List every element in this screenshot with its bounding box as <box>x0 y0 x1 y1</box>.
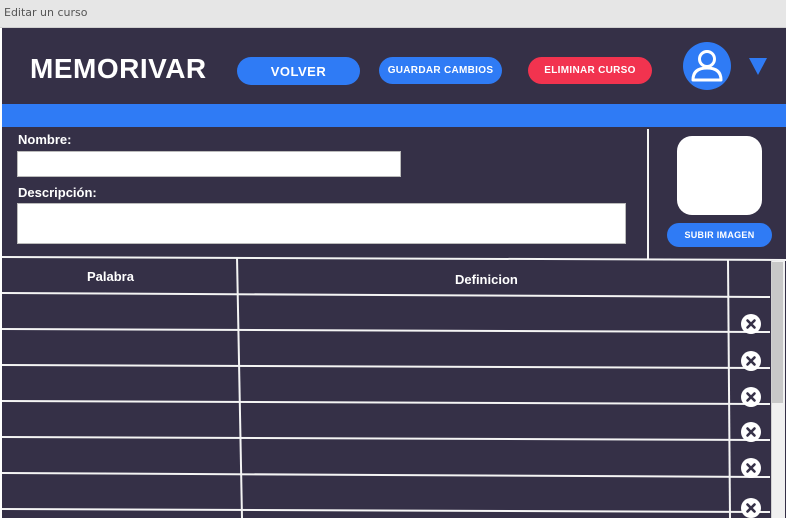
course-image-preview <box>677 136 762 215</box>
form-image-divider <box>647 129 649 260</box>
table-grid-lines <box>2 256 786 518</box>
window-title: Editar un curso <box>4 6 88 19</box>
name-label: Nombre: <box>18 132 72 147</box>
description-input[interactable] <box>17 203 626 244</box>
remove-icon[interactable] <box>741 314 761 334</box>
caret-down-icon[interactable] <box>749 58 767 75</box>
user-icon[interactable] <box>683 42 731 90</box>
remove-icon[interactable] <box>741 498 761 518</box>
remove-icon[interactable] <box>741 351 761 371</box>
remove-icon[interactable] <box>741 422 761 442</box>
column-header-definition: Definicion <box>455 272 518 287</box>
back-button[interactable]: VOLVER <box>237 57 360 85</box>
remove-icon[interactable] <box>741 387 761 407</box>
column-header-word: Palabra <box>87 269 134 284</box>
name-input[interactable] <box>17 151 401 177</box>
app-root: MEMORIVAR VOLVER GUARDAR CAMBIOS ELIMINA… <box>2 28 786 518</box>
upload-image-button[interactable]: SUBIR IMAGEN <box>667 223 772 247</box>
table-scrollbar-thumb[interactable] <box>772 262 783 403</box>
app-logo: MEMORIVAR <box>30 53 207 84</box>
remove-icon[interactable] <box>741 458 761 478</box>
description-label: Descripción: <box>18 185 97 200</box>
save-changes-button[interactable]: GUARDAR CAMBIOS <box>379 57 502 84</box>
header-divider-bar <box>2 104 786 127</box>
delete-course-button[interactable]: ELIMINAR CURSO <box>528 57 652 84</box>
words-table: Palabra Definicion <box>2 256 786 518</box>
window-titlebar: Editar un curso <box>0 0 786 28</box>
